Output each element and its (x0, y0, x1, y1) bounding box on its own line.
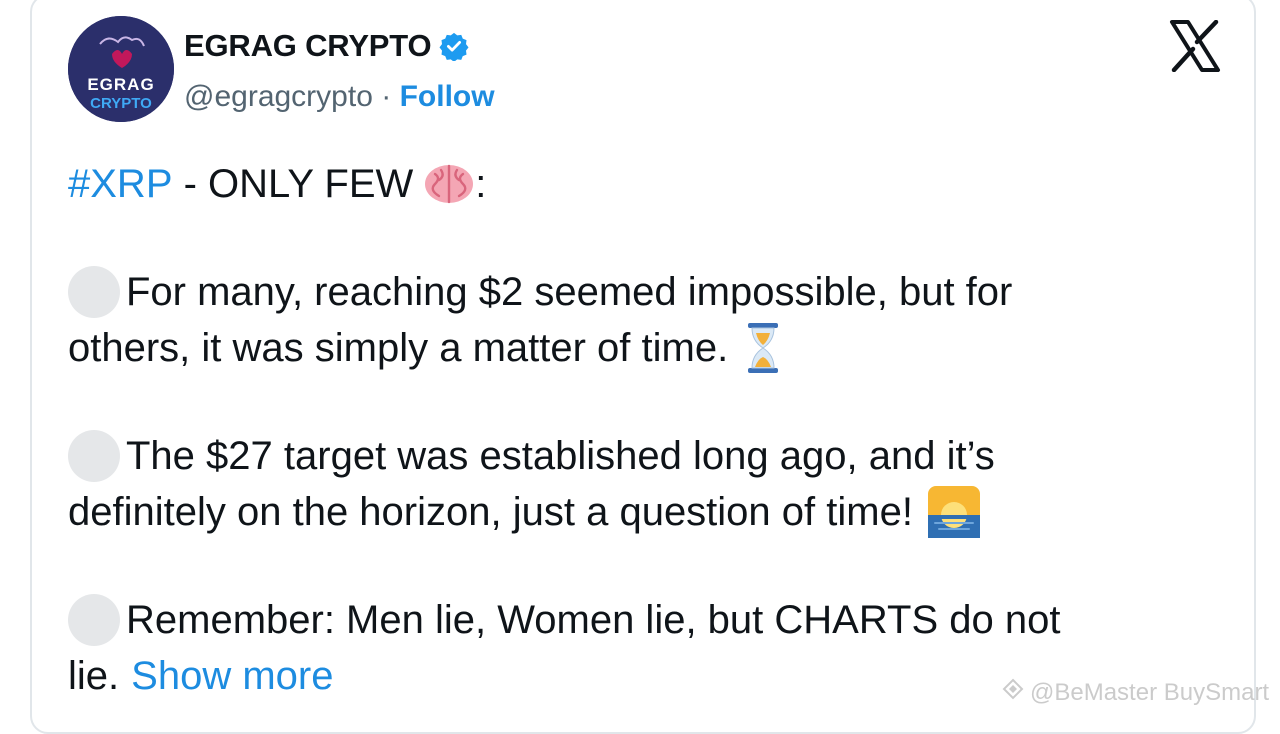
verified-badge-icon (439, 31, 469, 61)
sunrise-emoji-icon (927, 485, 981, 539)
tweet-text: #XRP - ONLY FEW : For many, reaching $2 … (68, 156, 1218, 704)
paragraph-1-line-2: others, it was simply a matter of time. (68, 320, 1218, 376)
author-name[interactable]: EGRAG CRYPTO (184, 28, 432, 64)
paragraph-2-line-1: The $27 target was established long ago,… (68, 428, 1218, 484)
paragraph-3-text-1: Remember: Men lie, Women lie, but CHARTS… (126, 598, 1061, 642)
paragraph-1-line-1: For many, reaching $2 seemed impossible,… (68, 264, 1218, 320)
tweet-title-line: #XRP - ONLY FEW : (68, 156, 1218, 212)
handle-line: @egragcrypto · Follow (184, 80, 495, 114)
follow-button[interactable]: Follow (400, 80, 495, 113)
title-text: - ONLY FEW (172, 162, 414, 206)
hourglass-emoji-icon (746, 321, 780, 375)
separator-dot: · (381, 80, 392, 113)
show-more-link[interactable]: Show more (131, 648, 333, 704)
white-circle-emoji-icon (68, 430, 120, 482)
paragraph-2-text-2: definitely on the horizon, just a questi… (68, 490, 913, 534)
author-name-row[interactable]: EGRAG CRYPTO (184, 28, 469, 64)
avatar[interactable]: EGRAG CRYPTO (68, 16, 174, 122)
watermark: @BeMaster BuySmart (1002, 678, 1269, 707)
paragraph-1-text-2: others, it was simply a matter of time. (68, 326, 729, 370)
watermark-text: @BeMaster BuySmart (1030, 678, 1270, 706)
avatar-text-top: EGRAG (87, 75, 154, 94)
author-handle[interactable]: @egragcrypto (184, 80, 373, 113)
white-circle-emoji-icon (68, 266, 120, 318)
paragraph-3-text-2: lie. (68, 654, 120, 698)
title-colon: : (475, 162, 487, 206)
x-logo-icon[interactable] (1168, 19, 1222, 73)
diamond-icon (1002, 678, 1024, 707)
white-circle-emoji-icon (68, 594, 120, 646)
paragraph-2-text-1: The $27 target was established long ago,… (126, 434, 995, 478)
paragraph-2-line-2: definitely on the horizon, just a questi… (68, 484, 1218, 540)
avatar-text-bottom: CRYPTO (90, 95, 152, 112)
hashtag-link[interactable]: #XRP (68, 156, 173, 212)
brain-emoji-icon (423, 162, 475, 206)
paragraph-1-text-1: For many, reaching $2 seemed impossible,… (126, 270, 1013, 314)
paragraph-3-line-1: Remember: Men lie, Women lie, but CHARTS… (68, 592, 1218, 648)
